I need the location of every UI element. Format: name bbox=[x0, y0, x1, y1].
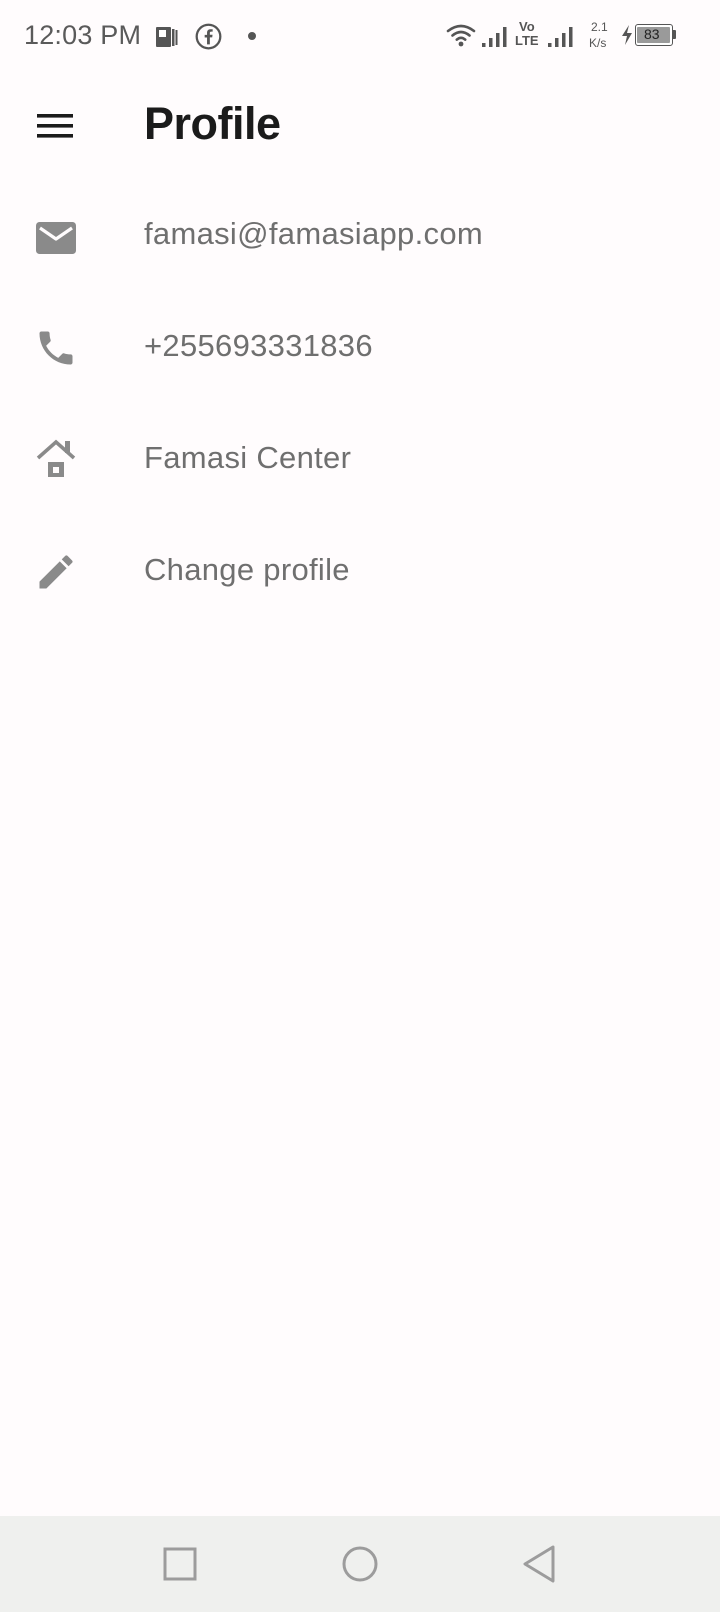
email-text: famasi@famasiapp.com bbox=[144, 216, 483, 251]
battery-icon: 83 bbox=[635, 24, 677, 46]
phone-icon bbox=[39, 331, 73, 365]
profile-phone-item: +255693331836 bbox=[0, 296, 720, 408]
menu-button[interactable] bbox=[28, 102, 84, 158]
change-profile-text: Change profile bbox=[144, 552, 350, 587]
volte-icon: Vo LTE bbox=[515, 19, 543, 49]
signal-icon bbox=[482, 27, 507, 47]
volte-top-label: Vo bbox=[519, 19, 535, 34]
profile-email-item: famasi@famasiapp.com bbox=[0, 184, 720, 296]
status-bar: 12:03 PM Vo LTE 2.1 K/s 83 bbox=[0, 0, 720, 72]
profile-address-item: Famasi Center bbox=[0, 408, 720, 520]
back-button[interactable] bbox=[512, 1536, 568, 1592]
system-nav-bar bbox=[0, 1516, 720, 1612]
volte-bottom-label: LTE bbox=[515, 33, 539, 48]
status-time: 12:03 PM bbox=[24, 20, 142, 50]
email-icon bbox=[36, 222, 76, 254]
recents-button[interactable] bbox=[152, 1536, 208, 1592]
facebook-icon bbox=[195, 23, 222, 50]
home-circle-icon bbox=[342, 1546, 378, 1582]
signal-icon bbox=[548, 27, 573, 47]
wifi-icon bbox=[446, 24, 476, 47]
edit-pencil-icon bbox=[39, 555, 73, 589]
charging-icon bbox=[622, 25, 632, 45]
address-text: Famasi Center bbox=[144, 440, 352, 475]
notification-dot-icon bbox=[248, 32, 256, 40]
home-icon bbox=[36, 439, 76, 477]
battery-level: 83 bbox=[644, 26, 660, 42]
page-title: Profile bbox=[144, 98, 281, 149]
phone-text: +255693331836 bbox=[144, 328, 373, 363]
recents-square-icon bbox=[163, 1547, 197, 1581]
back-triangle-icon bbox=[523, 1545, 555, 1583]
net-speed-unit: K/s bbox=[589, 36, 607, 50]
news-app-icon bbox=[156, 27, 178, 47]
net-speed-value: 2.1 bbox=[591, 20, 608, 34]
hamburger-menu-icon bbox=[37, 114, 73, 138]
change-profile-item[interactable]: Change profile bbox=[0, 520, 720, 632]
home-button[interactable] bbox=[332, 1536, 388, 1592]
app-bar bbox=[0, 72, 720, 184]
